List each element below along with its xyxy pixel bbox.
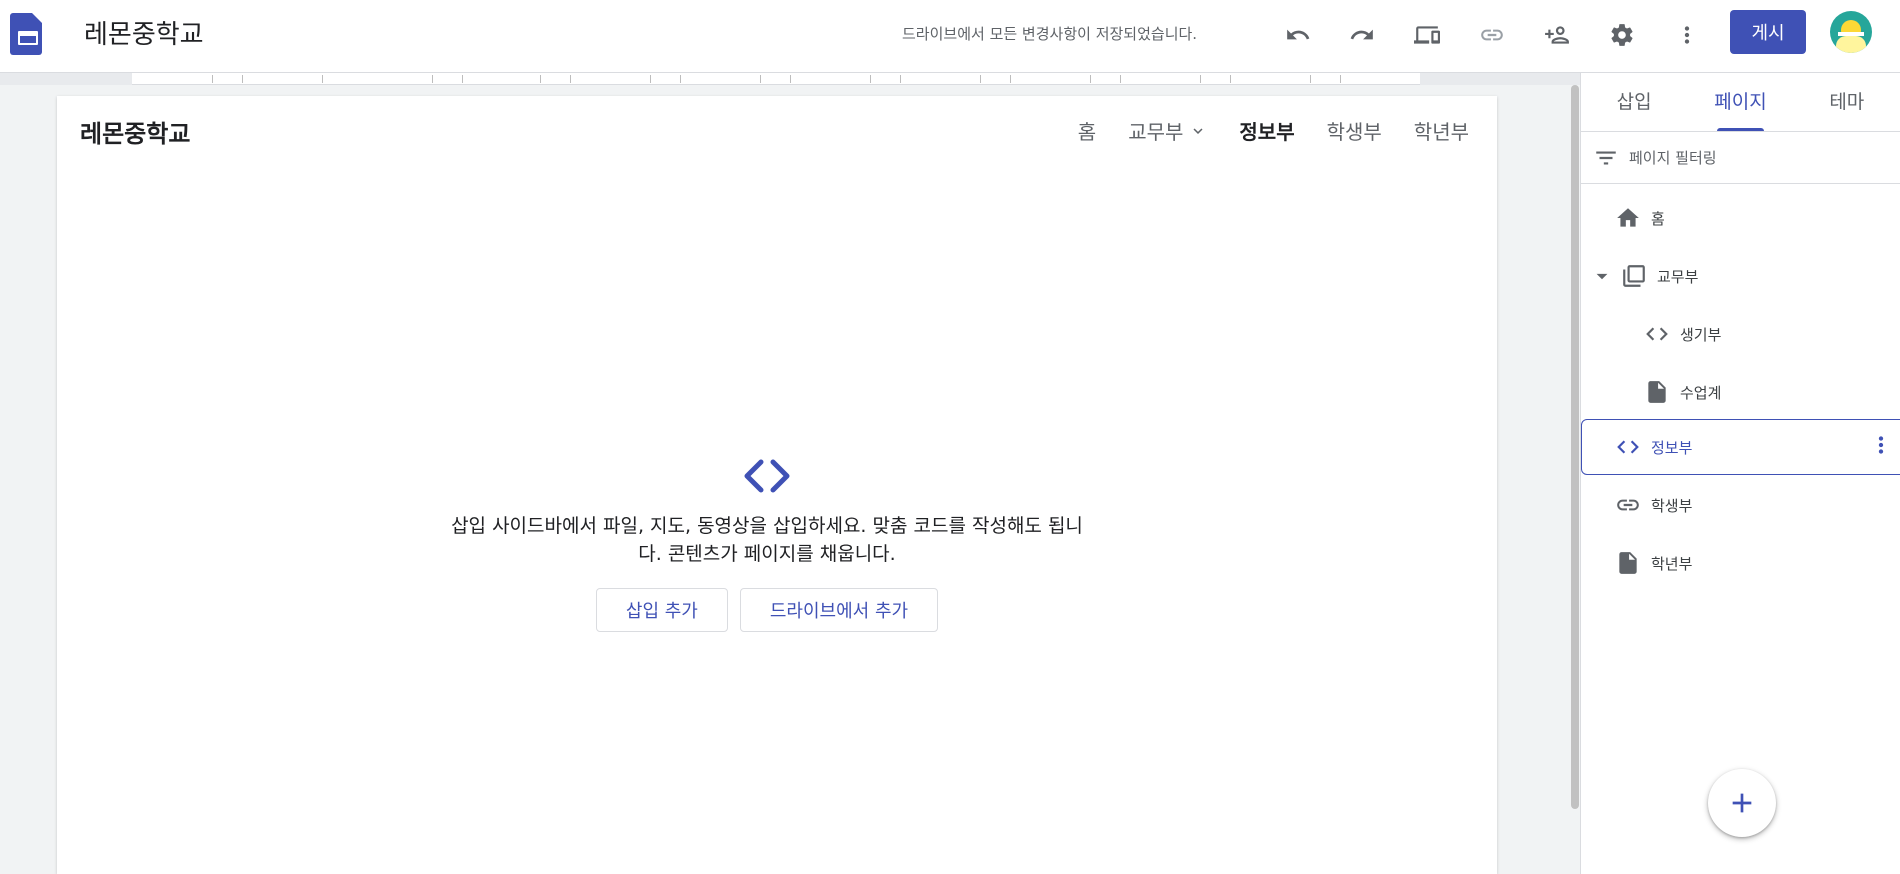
- code-icon: [1646, 327, 1668, 341]
- tab-pages[interactable]: 페이지: [1687, 73, 1793, 131]
- sites-logo-icon[interactable]: [10, 13, 42, 55]
- page-item-student[interactable]: 학생부: [1581, 478, 1900, 532]
- page-more-icon[interactable]: [1868, 432, 1894, 462]
- scrollbar-thumb[interactable]: [1571, 85, 1579, 809]
- side-panel: 삽입 페이지 테마 페이지 필터링 홈 교무부 생기부 수업계 정보부 학생부 …: [1580, 73, 1900, 874]
- top-bar: 레몬중학교 드라이브에서 모든 변경사항이 저장되었습니다. 게시: [0, 0, 1900, 73]
- page-item-home[interactable]: 홈: [1581, 191, 1900, 245]
- site-title[interactable]: 레몬중학교: [84, 14, 204, 51]
- page-item-label: 학년부: [1651, 554, 1693, 573]
- page-item-label: 수업계: [1680, 383, 1722, 402]
- page-filter-placeholder: 페이지 필터링: [1629, 149, 1717, 167]
- avatar[interactable]: [1830, 11, 1872, 53]
- page-item-info[interactable]: 정보부: [1581, 419, 1900, 475]
- nav-item-student[interactable]: 학생부: [1327, 116, 1382, 145]
- add-embed-button[interactable]: 삽입 추가: [595, 588, 728, 632]
- page-item-label: 홈: [1651, 209, 1665, 228]
- undo-icon[interactable]: [1279, 16, 1317, 54]
- chevron-down-icon: [1193, 127, 1203, 134]
- file-icon: [1648, 381, 1666, 403]
- home-icon: [1617, 208, 1639, 227]
- file-icon: [1619, 552, 1637, 574]
- more-vert-icon[interactable]: [1668, 16, 1706, 54]
- page-item-records[interactable]: 생기부: [1581, 307, 1900, 361]
- publish-button[interactable]: 게시: [1730, 10, 1806, 54]
- tab-themes[interactable]: 테마: [1794, 73, 1900, 131]
- page-item-grade[interactable]: 학년부: [1581, 536, 1900, 590]
- embed-message: 삽입 사이드바에서 파일, 지도, 동영상을 삽입하세요. 맞춤 코드를 작성해…: [407, 512, 1127, 568]
- page-item-label: 교무부: [1657, 267, 1699, 286]
- nav-item-grade[interactable]: 학년부: [1414, 116, 1469, 145]
- nav-item-home[interactable]: 홈: [1078, 116, 1096, 145]
- plus-icon: [1732, 793, 1752, 813]
- code-icon: [1617, 440, 1639, 454]
- link-icon: [1617, 499, 1639, 511]
- nav-item-info[interactable]: 정보부: [1239, 116, 1294, 145]
- embed-message-line: 다. 콘텐츠가 페이지를 채웁니다.: [638, 543, 896, 565]
- link-icon[interactable]: [1473, 16, 1511, 54]
- add-person-icon[interactable]: [1538, 16, 1576, 54]
- page-item-classes[interactable]: 수업계: [1581, 365, 1900, 419]
- tab-insert[interactable]: 삽입: [1581, 73, 1687, 131]
- page-filter[interactable]: 페이지 필터링: [1581, 132, 1900, 184]
- embed-placeholder: 삽입 사이드바에서 파일, 지도, 동영상을 삽입하세요. 맞춤 코드를 작성해…: [407, 456, 1127, 632]
- page-item-label: 정보부: [1651, 438, 1693, 457]
- page-item-academic[interactable]: 교무부: [1581, 249, 1900, 303]
- device-preview-icon[interactable]: [1408, 16, 1446, 54]
- nav-item-label: 교무부: [1128, 120, 1184, 144]
- expand-arrow-icon[interactable]: [1589, 263, 1615, 289]
- page-item-label: 생기부: [1680, 325, 1722, 344]
- gear-icon[interactable]: [1603, 16, 1641, 54]
- page-canvas[interactable]: 레몬중학교 홈 교무부 정보부 학생부 학년부 삽입 사이드바에서 파일, 지도…: [57, 96, 1497, 874]
- save-status: 드라이브에서 모든 변경사항이 저장되었습니다.: [902, 25, 1198, 43]
- page-item-label: 학생부: [1651, 496, 1693, 515]
- ruler: [132, 73, 1420, 85]
- scrollbar[interactable]: [1570, 85, 1580, 809]
- nav-item-academic[interactable]: 교무부: [1128, 116, 1207, 145]
- embed-actions: 삽입 추가 드라이브에서 추가: [407, 588, 1127, 632]
- pages-icon: [1623, 265, 1645, 287]
- site-brand[interactable]: 레몬중학교: [80, 114, 190, 149]
- panel-tabs: 삽입 페이지 테마: [1581, 73, 1900, 132]
- embed-message-line: 삽입 사이드바에서 파일, 지도, 동영상을 삽입하세요. 맞춤 코드를 작성해…: [451, 515, 1083, 537]
- add-from-drive-button[interactable]: 드라이브에서 추가: [739, 588, 939, 632]
- filter-icon: [1596, 151, 1616, 164]
- code-icon: [407, 456, 1127, 500]
- add-page-button[interactable]: [1708, 769, 1776, 837]
- redo-icon[interactable]: [1343, 16, 1381, 54]
- site-navigation: 홈 교무부 정보부 학생부 학년부: [1078, 116, 1469, 145]
